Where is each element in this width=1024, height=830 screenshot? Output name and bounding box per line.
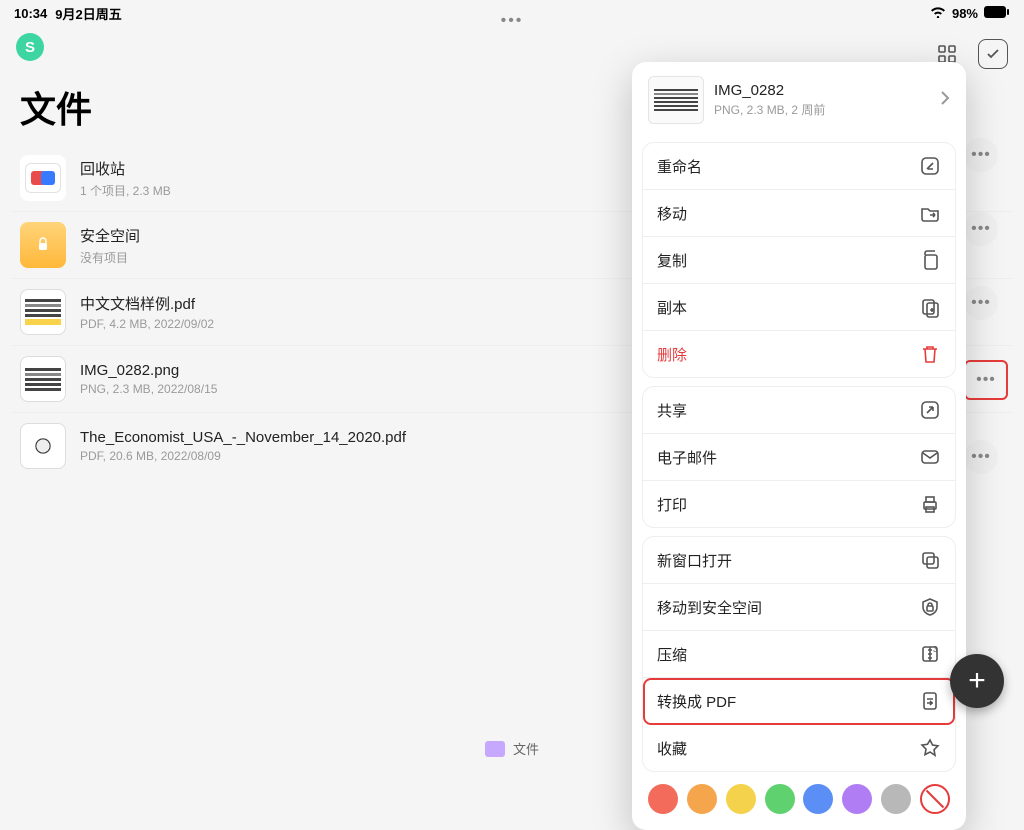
copy-button[interactable]: 复制 — [643, 237, 955, 284]
color-tag-none[interactable] — [920, 784, 950, 814]
convert-pdf-button[interactable]: 转换成 PDF — [643, 678, 955, 725]
delete-button[interactable]: 删除 — [643, 331, 955, 377]
convert-icon — [919, 690, 941, 712]
wifi-icon — [930, 6, 946, 21]
menu-label: 打印 — [657, 494, 687, 515]
menu-label: 共享 — [657, 400, 687, 421]
menu-label: 电子邮件 — [657, 447, 717, 468]
sheet-group-share: 共享 电子邮件 打印 — [642, 386, 956, 528]
menu-label: 副本 — [657, 297, 687, 318]
share-icon — [919, 399, 941, 421]
move-secure-button[interactable]: 移动到安全空间 — [643, 584, 955, 631]
compress-button[interactable]: 压缩 3 — [643, 631, 955, 678]
header-more-icon[interactable]: ••• — [501, 12, 524, 30]
menu-label: 移动到安全空间 — [657, 597, 762, 618]
sheet-header[interactable]: IMG_0282 PNG, 2.3 MB, 2 周前 — [642, 72, 956, 134]
lock-icon — [919, 596, 941, 618]
select-icon[interactable] — [978, 39, 1008, 69]
sheet-group-more: 新窗口打开 移动到安全空间 压缩 3 转换成 PDF 收藏 — [642, 536, 956, 772]
menu-label: 收藏 — [657, 738, 687, 759]
menu-label: 压缩 — [657, 644, 687, 665]
sheet-thumb-icon — [648, 76, 704, 124]
secure-folder-icon — [20, 222, 66, 268]
trash-icon — [919, 343, 941, 365]
color-tag[interactable] — [726, 784, 756, 814]
pdf-thumb-icon — [20, 423, 66, 469]
color-tag[interactable] — [881, 784, 911, 814]
status-time: 10:34 — [14, 6, 47, 21]
color-tag-row — [642, 772, 956, 820]
status-date: 9月2日周五 — [55, 4, 121, 23]
move-icon — [919, 202, 941, 224]
color-tag[interactable] — [803, 784, 833, 814]
row-more-icon[interactable]: ••• — [964, 212, 998, 246]
color-tag[interactable] — [842, 784, 872, 814]
copy-icon — [919, 249, 941, 271]
menu-label: 复制 — [657, 250, 687, 271]
row-actions-column: ••• ••• ••• ••• ••• — [964, 138, 1008, 474]
menu-label: 移动 — [657, 203, 687, 224]
bottom-tab[interactable]: 文件 — [485, 739, 539, 758]
row-more-icon[interactable]: ••• — [964, 440, 998, 474]
new-window-button[interactable]: 新窗口打开 — [643, 537, 955, 584]
star-icon — [919, 737, 941, 759]
svg-text:3: 3 — [933, 645, 938, 654]
print-button[interactable]: 打印 — [643, 481, 955, 527]
mail-icon — [919, 446, 941, 468]
favorite-button[interactable]: 收藏 — [643, 725, 955, 771]
row-more-icon[interactable]: ••• — [964, 360, 1008, 400]
rename-icon — [919, 155, 941, 177]
tab-label: 文件 — [513, 739, 539, 758]
color-tag[interactable] — [648, 784, 678, 814]
battery-icon — [984, 6, 1010, 21]
window-icon — [919, 549, 941, 571]
duplicate-icon — [919, 296, 941, 318]
duplicate-button[interactable]: 副本 — [643, 284, 955, 331]
menu-label: 新窗口打开 — [657, 550, 732, 571]
avatar[interactable]: S — [16, 33, 44, 61]
email-button[interactable]: 电子邮件 — [643, 434, 955, 481]
png-thumb-icon — [20, 356, 66, 402]
sheet-title: IMG_0282 — [714, 82, 825, 99]
add-button[interactable]: + — [950, 654, 1004, 708]
share-button[interactable]: 共享 — [643, 387, 955, 434]
archive-icon: 3 — [919, 643, 941, 665]
pdf-thumb-icon — [20, 289, 66, 335]
sheet-subtitle: PNG, 2.3 MB, 2 周前 — [714, 101, 825, 118]
row-more-icon[interactable]: ••• — [964, 286, 998, 320]
menu-label: 重命名 — [657, 156, 702, 177]
color-tag[interactable] — [687, 784, 717, 814]
color-tag[interactable] — [765, 784, 795, 814]
trash-icon — [20, 155, 66, 201]
rename-button[interactable]: 重命名 — [643, 143, 955, 190]
chevron-right-icon[interactable] — [940, 90, 950, 111]
print-icon — [919, 493, 941, 515]
menu-label: 删除 — [657, 344, 687, 365]
menu-label: 转换成 PDF — [657, 691, 736, 712]
folder-icon — [485, 741, 505, 757]
move-button[interactable]: 移动 — [643, 190, 955, 237]
action-sheet: IMG_0282 PNG, 2.3 MB, 2 周前 重命名 移动 复制 副本 … — [632, 62, 966, 830]
sheet-group-edit: 重命名 移动 复制 副本 删除 — [642, 142, 956, 378]
row-more-icon[interactable]: ••• — [964, 138, 998, 172]
battery-text: 98% — [952, 6, 978, 21]
